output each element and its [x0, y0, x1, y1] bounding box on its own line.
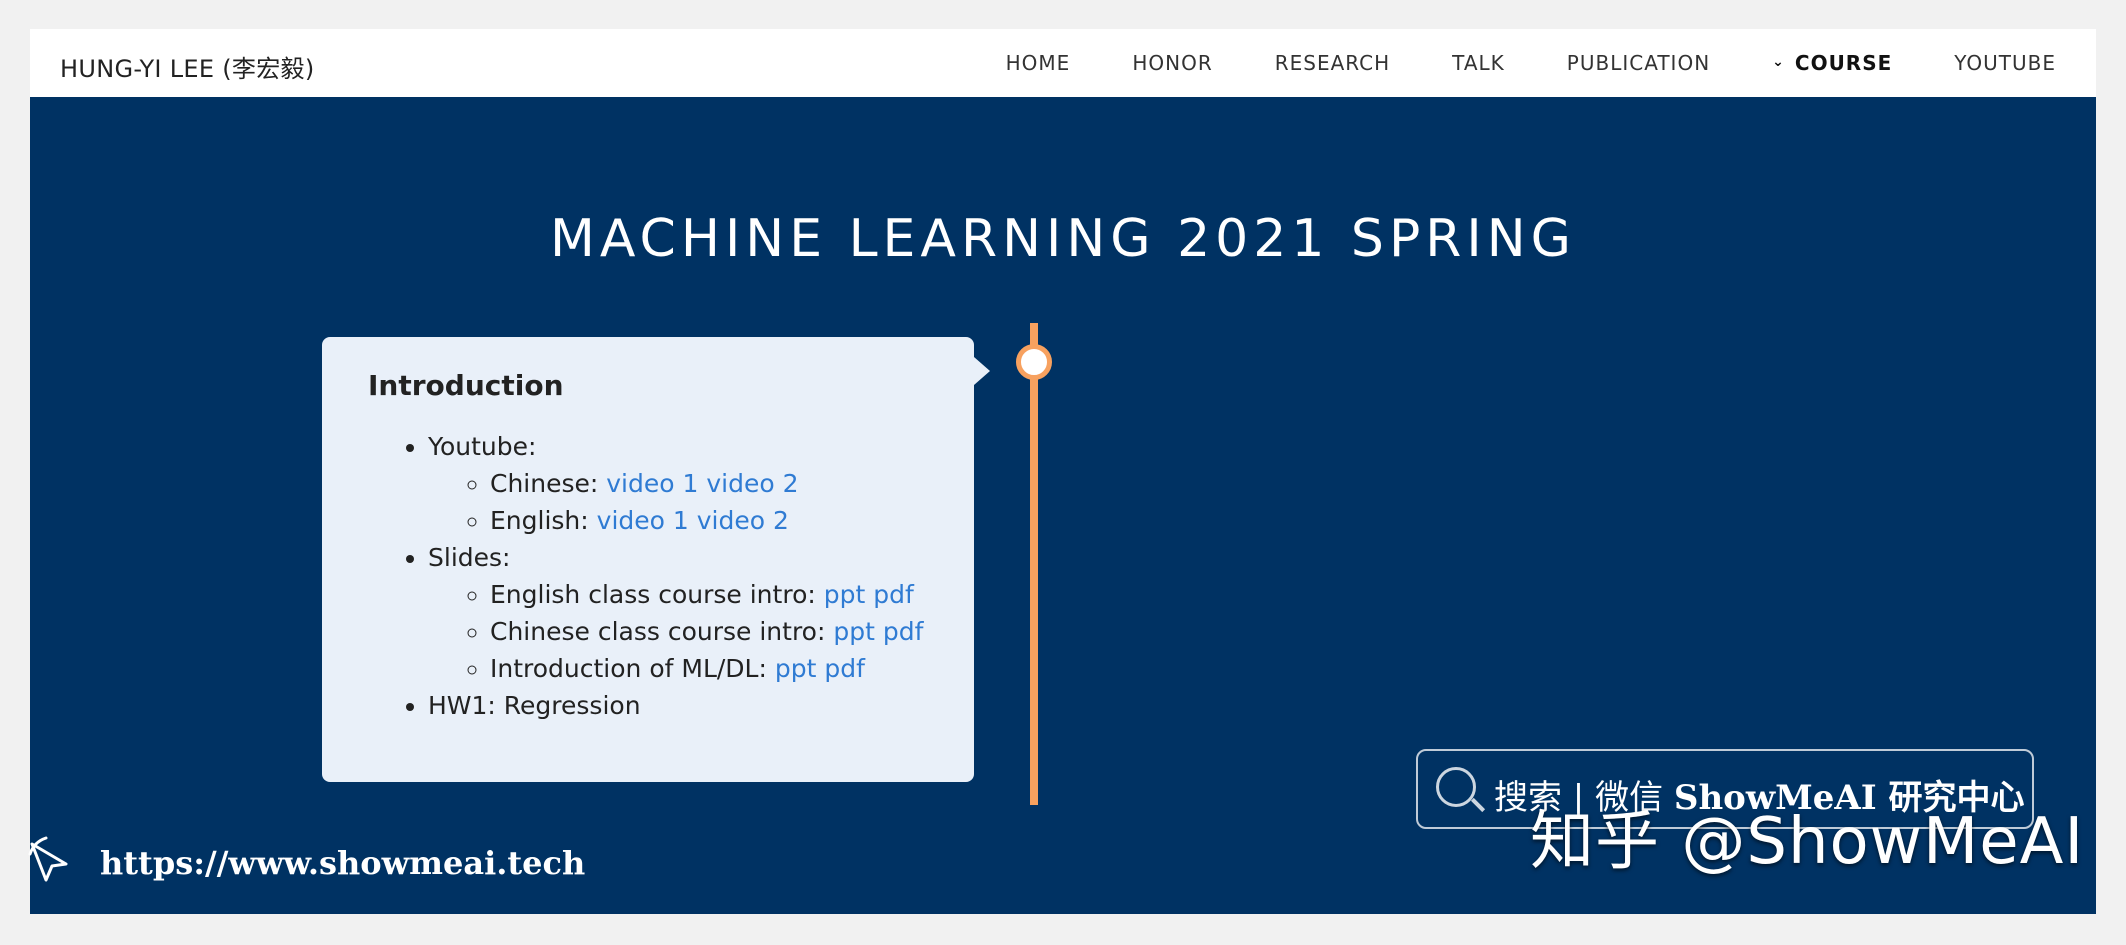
nav-honor-label: HONOR — [1132, 51, 1213, 75]
search-icon — [1436, 767, 1476, 807]
english-video-2-link[interactable]: video 2 — [697, 506, 789, 535]
main-nav: HOME HONOR RESEARCH TALK PUBLICATION ⌄ C… — [944, 29, 2056, 97]
site-brand[interactable]: HUNG-YI LEE (李宏毅) — [60, 49, 315, 84]
nav-talk[interactable]: TALK — [1452, 51, 1505, 75]
chi-intro-label: Chinese class course intro: — [490, 617, 826, 646]
list-item-chinese: Chinese: video 1 video 2 — [490, 465, 928, 502]
nav-home-label: HOME — [1005, 51, 1071, 75]
english-video-1-link[interactable]: video 1 — [597, 506, 689, 535]
mldl-ppt-link[interactable]: ppt — [775, 654, 817, 683]
page-title: MACHINE LEARNING 2021 SPRING — [550, 209, 1576, 269]
card-heading: Introduction — [368, 369, 564, 402]
nav-course-label: COURSE — [1794, 51, 1893, 75]
intro-card: Introduction Youtube: Chinese: video 1 v… — [322, 337, 990, 782]
mldl-label: Introduction of ML/DL: — [490, 654, 767, 683]
list-item-slides: Slides: English class course intro: ppt … — [428, 539, 928, 687]
youtube-label: Youtube: — [428, 432, 537, 461]
nav-home[interactable]: HOME — [1006, 51, 1071, 75]
mldl-pdf-link[interactable]: pdf — [824, 654, 865, 683]
timeline-line — [1030, 323, 1038, 805]
nav-publication-label: PUBLICATION — [1566, 51, 1711, 75]
chinese-video-2-link[interactable]: video 2 — [706, 469, 798, 498]
english-label: English: — [490, 506, 589, 535]
nav-course[interactable]: ⌄ COURSE — [1772, 51, 1892, 75]
intro-list: Youtube: Chinese: video 1 video 2 Englis… — [368, 428, 928, 724]
eng-intro-pdf-link[interactable]: pdf — [873, 580, 914, 609]
chinese-label: Chinese: — [490, 469, 599, 498]
nav-talk-label: TALK — [1452, 51, 1505, 75]
top-navbar: HUNG-YI LEE (李宏毅) HOME HONOR RESEARCH TA… — [30, 29, 2096, 97]
nav-research[interactable]: RESEARCH — [1275, 51, 1390, 75]
chinese-video-1-link[interactable]: video 1 — [606, 469, 698, 498]
list-item-youtube: Youtube: Chinese: video 1 video 2 Englis… — [428, 428, 928, 539]
chevron-down-icon: ⌄ — [1772, 54, 1785, 70]
slides-label: Slides: — [428, 543, 511, 572]
timeline-dot-icon — [1016, 344, 1052, 380]
list-item-hw1: HW1: Regression — [428, 687, 928, 724]
chi-intro-ppt-link[interactable]: ppt — [833, 617, 875, 646]
list-item-chi-intro: Chinese class course intro: ppt pdf — [490, 613, 928, 650]
list-item-eng-intro: English class course intro: ppt pdf — [490, 576, 928, 613]
nav-youtube[interactable]: YOUTUBE — [1954, 51, 2056, 75]
list-item-mldl: Introduction of ML/DL: ppt pdf — [490, 650, 928, 687]
watermark-zhihu: 知乎 @ShowMeAI — [1530, 805, 2085, 879]
eng-intro-ppt-link[interactable]: ppt — [824, 580, 866, 609]
chi-intro-pdf-link[interactable]: pdf — [883, 617, 924, 646]
eng-intro-label: English class course intro: — [490, 580, 816, 609]
list-item-english: English: video 1 video 2 — [490, 502, 928, 539]
cursor-icon — [28, 836, 68, 882]
watermark-url: https://www.showmeai.tech — [100, 844, 586, 882]
nav-publication[interactable]: PUBLICATION — [1567, 51, 1710, 75]
nav-research-label: RESEARCH — [1274, 51, 1391, 75]
nav-youtube-label: YOUTUBE — [1954, 51, 2056, 75]
nav-honor[interactable]: HONOR — [1132, 51, 1212, 75]
